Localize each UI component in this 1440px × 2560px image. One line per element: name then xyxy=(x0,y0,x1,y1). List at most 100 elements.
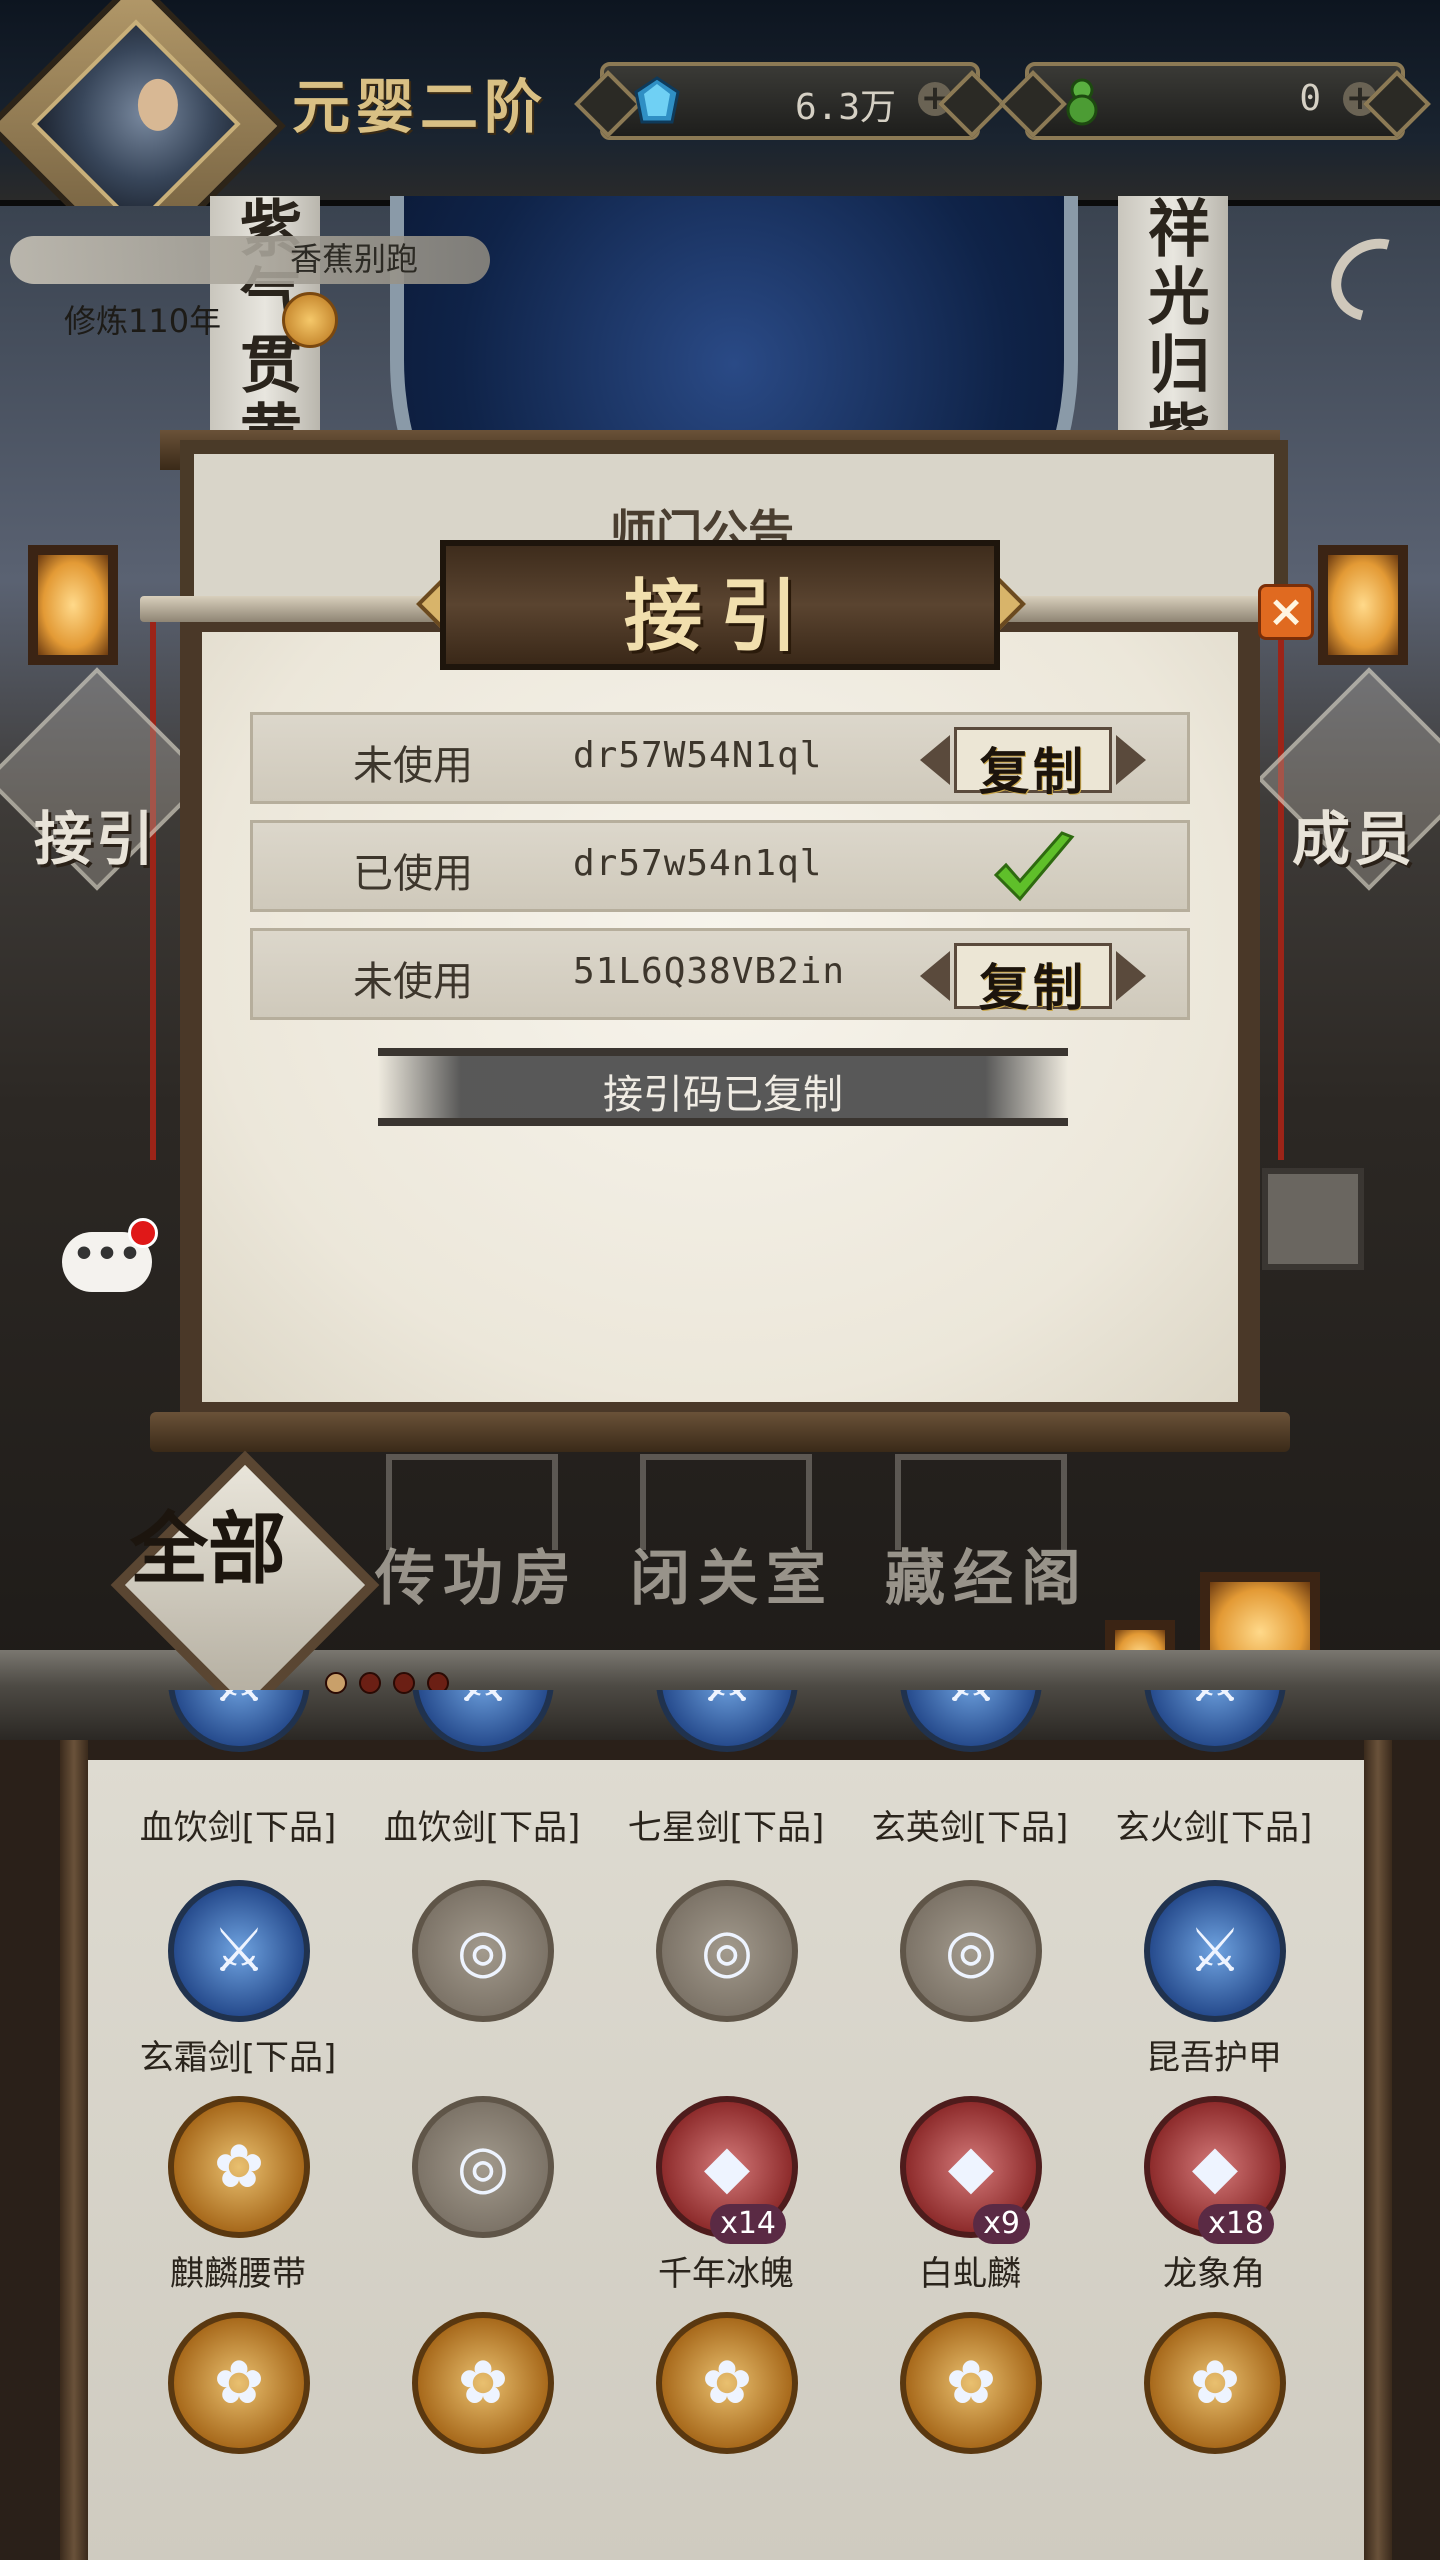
copy-label: 复制 xyxy=(979,742,1087,801)
item-name: 昆吾护甲 xyxy=(1146,2038,1282,2078)
recruit-button[interactable]: 接引 xyxy=(34,792,158,876)
inventory-item[interactable]: ⚔ 血饮剑[下品] xyxy=(118,1690,338,1850)
item-glyph-icon: ◎ xyxy=(944,1916,998,1986)
inventory-item[interactable]: ◎ xyxy=(362,2096,582,2306)
jade-value: 6.3万 xyxy=(794,87,896,128)
copy-button[interactable]: 复制 xyxy=(918,727,1148,801)
item-count: x18 xyxy=(1198,2204,1274,2244)
chevron-left-icon xyxy=(920,735,950,785)
rank-title: 元婴二阶 xyxy=(292,73,549,141)
inventory-item[interactable]: ◎ xyxy=(362,1880,582,2090)
inventory-item[interactable]: ◎ xyxy=(850,1880,1070,2090)
inventory-item[interactable]: ⚔ 昆吾护甲 xyxy=(1094,1880,1314,2090)
copy-button-body: 复制 xyxy=(954,943,1112,1017)
lantern-icon xyxy=(28,545,118,665)
inventory-item[interactable]: ✿ xyxy=(1094,2312,1314,2522)
inventory-item[interactable]: ✿ xyxy=(362,2312,582,2522)
code-value: dr57W54N1ql xyxy=(573,735,823,776)
item-icon: ⚔ xyxy=(168,1880,310,2022)
inventory-item[interactable]: ◆ x18 龙象角 xyxy=(1094,2096,1314,2306)
item-name: 麒麟腰带 xyxy=(170,2254,306,2294)
item-glyph-icon: ✿ xyxy=(457,2348,509,2418)
item-icon: ◎ xyxy=(900,1880,1042,2022)
item-icon: ⚔ xyxy=(656,1690,798,1752)
copy-label: 复制 xyxy=(979,958,1087,1017)
item-glyph-icon: ⚔ xyxy=(212,1916,266,1986)
cultivation-years: 修炼110年 xyxy=(64,302,222,340)
item-icon: ✿ xyxy=(412,2312,554,2454)
code-value: 51L6Q38VB2in xyxy=(573,951,846,992)
code-row: 已使用 dr57w54n1ql xyxy=(250,820,1190,912)
inventory-item[interactable]: ⚔ 玄英剑[下品] xyxy=(850,1690,1070,1850)
item-count: x9 xyxy=(973,2204,1030,2244)
item-glyph-icon: ⚔ xyxy=(906,1690,1036,1716)
item-icon: ◎ xyxy=(656,1880,798,2022)
item-glyph-icon: ⚔ xyxy=(1150,1690,1280,1716)
inventory-item[interactable]: ◆ x14 千年冰魄 xyxy=(606,2096,826,2306)
close-button[interactable]: × xyxy=(1258,584,1314,640)
add-gourd-button[interactable]: + xyxy=(1343,81,1377,116)
gourd-resource: 0 + xyxy=(1025,62,1405,140)
chevron-left-icon xyxy=(920,951,950,1001)
item-icon: ✿ xyxy=(1144,2312,1286,2454)
item-name: 七星剑[下品] xyxy=(627,1808,825,1848)
item-name: 白虬麟 xyxy=(919,2254,1021,2294)
inventory-item[interactable]: ⚔ 玄霜剑[下品] xyxy=(118,1880,338,2090)
modal-title-plate: 接引 xyxy=(440,540,1000,670)
item-name: 玄火剑[下品] xyxy=(1115,1808,1313,1848)
code-status: 已使用 xyxy=(353,851,473,897)
copied-toast: 接引码已复制 xyxy=(378,1048,1068,1126)
item-icon: ⚔ xyxy=(1144,1690,1286,1752)
item-glyph-icon: ⚔ xyxy=(174,1690,304,1716)
inventory-item[interactable]: ⚔ 玄火剑[下品] xyxy=(1094,1690,1314,1850)
item-name: 玄英剑[下品] xyxy=(871,1808,1069,1848)
item-name: 血饮剑[下品] xyxy=(139,1808,337,1848)
item-name: 千年冰魄 xyxy=(658,2254,794,2294)
item-glyph-icon: ✿ xyxy=(701,2348,753,2418)
inventory-item[interactable]: ⚔ 七星剑[下品] xyxy=(606,1690,826,1850)
inventory-item[interactable]: ✿ xyxy=(850,2312,1070,2522)
tab-skill-room[interactable]: 传功房 xyxy=(375,1530,579,1617)
inventory-item[interactable]: ◆ x9 白虬麟 xyxy=(850,2096,1070,2306)
inventory-rail-left xyxy=(60,1740,88,2560)
gourd-icon xyxy=(1066,78,1098,126)
pillar-right-text: 祥光归紫 xyxy=(1137,196,1210,468)
inventory-item[interactable]: ✿ xyxy=(606,2312,826,2522)
item-name: 玄霜剑[下品] xyxy=(139,2038,337,2078)
inventory-item[interactable]: ✿ 麒麟腰带 xyxy=(118,2096,338,2306)
item-glyph-icon: ⚔ xyxy=(1188,1916,1242,1986)
item-icon: ✿ xyxy=(656,2312,798,2454)
item-glyph-icon: ◆ xyxy=(1191,2132,1239,2202)
code-row: 未使用 dr57W54N1ql 复制 xyxy=(250,712,1190,804)
code-value: dr57w54n1ql xyxy=(573,843,823,884)
inventory-item[interactable]: ◎ xyxy=(606,1880,826,2090)
item-glyph-icon: ⚔ xyxy=(662,1690,792,1716)
item-glyph-icon: ✿ xyxy=(213,2348,265,2418)
player-name: 香蕉别跑 xyxy=(290,240,419,278)
item-glyph-icon: ◆ xyxy=(703,2132,751,2202)
item-glyph-icon: ◆ xyxy=(947,2132,995,2202)
tab-all[interactable]: 全部 xyxy=(130,1510,330,1590)
item-glyph-icon: ◎ xyxy=(700,1916,754,1986)
item-icon: ⚔ xyxy=(412,1690,554,1752)
top-bar: 元婴二阶 6.3万 + 0 + xyxy=(0,0,1440,276)
code-status: 未使用 xyxy=(353,743,473,789)
item-icon: ⚔ xyxy=(900,1690,1042,1752)
item-glyph-icon: ✿ xyxy=(1189,2348,1241,2418)
members-button[interactable]: 成员 xyxy=(1292,792,1416,876)
checkmark-icon xyxy=(993,831,1075,902)
side-panel-tab[interactable] xyxy=(1262,1168,1364,1270)
tab-retreat-room[interactable]: 闭关室 xyxy=(630,1530,834,1617)
item-icon: ✿ xyxy=(168,2096,310,2238)
rope xyxy=(1278,620,1284,1160)
copy-button[interactable]: 复制 xyxy=(918,943,1148,1017)
inventory-item[interactable]: ⚔ 血饮剑[下品] xyxy=(362,1690,582,1850)
code-status: 未使用 xyxy=(353,959,473,1005)
add-jade-button[interactable]: + xyxy=(918,81,952,116)
tab-library[interactable]: 藏经阁 xyxy=(885,1530,1089,1617)
inventory-item[interactable]: ✿ xyxy=(118,2312,338,2522)
item-glyph-icon: ◎ xyxy=(456,1916,510,1986)
rope xyxy=(150,620,156,1160)
code-row: 未使用 51L6Q38VB2in 复制 xyxy=(250,928,1190,1020)
jade-resource: 6.3万 + xyxy=(600,62,980,140)
